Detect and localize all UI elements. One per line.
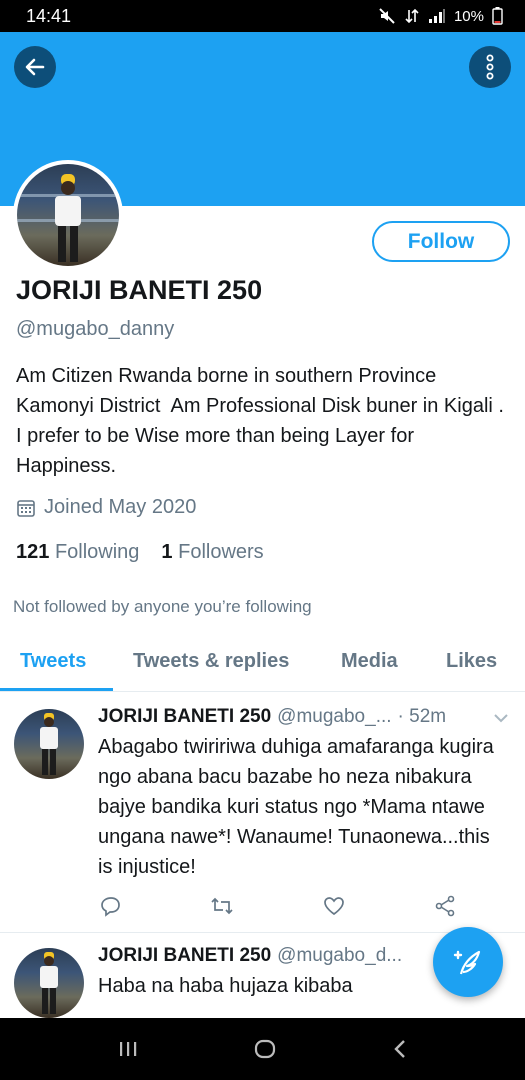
retweet-icon	[211, 897, 233, 915]
follow-button[interactable]: Follow	[372, 221, 510, 262]
compose-feather-icon	[453, 950, 481, 975]
retweet-button[interactable]	[209, 893, 235, 919]
followers-link[interactable]: 1 Followers	[161, 541, 263, 564]
more-vertical-icon	[486, 54, 494, 80]
not-followed-notice: Not followed by anyone you’re following	[13, 597, 312, 616]
joined-date: Joined May 2020	[16, 496, 196, 519]
calendar-icon	[17, 499, 35, 517]
home-icon[interactable]	[253, 1037, 277, 1061]
tab-tweets[interactable]: Tweets	[20, 650, 86, 673]
signal-icon	[428, 9, 445, 23]
profile-avatar[interactable]	[13, 160, 123, 270]
status-icons: 10%	[378, 7, 503, 25]
tweet-author-handle: @mugabo_...	[277, 706, 392, 727]
follow-counts: 121 Following 1 Followers	[16, 541, 264, 564]
mute-icon	[379, 8, 395, 24]
tweet-header: JORIJI BANETI 250 @mugabo_d...	[98, 945, 402, 967]
profile-handle: @mugabo_danny	[16, 318, 175, 340]
arrow-left-icon	[25, 58, 45, 76]
tweet-author-name[interactable]: JORIJI BANETI 250	[98, 706, 271, 728]
tweet-avatar[interactable]	[14, 948, 84, 1018]
profile-bio: Am Citizen Rwanda borne in southern Prov…	[16, 365, 516, 477]
joined-text: Joined May 2020	[44, 496, 197, 518]
tweet-header: JORIJI BANETI 250 @mugabo_... · 52m	[98, 706, 446, 728]
avatar-photo	[17, 164, 119, 266]
tweet-author-handle: @mugabo_d...	[277, 945, 403, 966]
status-time: 14:41	[26, 5, 72, 26]
tweet-text: Abagabo twiririwa duhiga amafaranga kugi…	[98, 736, 494, 878]
tweet-author-name[interactable]: JORIJI BANETI 250	[98, 945, 271, 967]
tab-likes[interactable]: Likes	[446, 650, 497, 673]
tweet-item[interactable]: JORIJI BANETI 250 @mugabo_... · 52m Abag…	[0, 693, 525, 933]
person-silhouette	[55, 174, 81, 262]
compose-tweet-button[interactable]	[433, 927, 503, 997]
data-icon	[405, 8, 419, 24]
chevron-down-icon[interactable]	[493, 713, 509, 723]
share-icon	[435, 895, 455, 917]
reply-button[interactable]	[98, 893, 124, 919]
like-button[interactable]	[321, 893, 347, 919]
more-options-button[interactable]	[469, 46, 511, 88]
heart-icon	[323, 897, 344, 916]
tweet-time: · 52m	[397, 706, 447, 727]
following-link[interactable]: 121 Following	[16, 541, 139, 564]
tweet-actions	[98, 893, 458, 919]
profile-tabs: Tweets Tweets & replies Media Likes	[0, 640, 525, 692]
recent-apps-icon[interactable]	[118, 1039, 138, 1059]
tab-tweets-replies[interactable]: Tweets & replies	[133, 650, 289, 673]
share-button[interactable]	[432, 893, 458, 919]
person-silhouette	[40, 952, 58, 1014]
back-nav-icon[interactable]	[392, 1038, 408, 1060]
tab-media[interactable]: Media	[341, 650, 398, 673]
following-count: 121	[16, 541, 50, 563]
back-button[interactable]	[14, 46, 56, 88]
tweet-avatar[interactable]	[14, 709, 84, 779]
person-silhouette	[40, 713, 58, 775]
followers-label: Followers	[178, 541, 264, 563]
following-label: Following	[54, 541, 140, 563]
battery-icon	[492, 7, 503, 25]
system-nav-bar	[0, 1018, 525, 1080]
active-tab-indicator	[0, 688, 113, 691]
profile-name: JORIJI BANETI 250	[16, 275, 263, 305]
reply-icon	[101, 897, 120, 917]
followers-count: 1	[161, 541, 173, 563]
battery-level: 10%	[453, 7, 484, 25]
status-bar: 14:41 10%	[0, 0, 525, 32]
